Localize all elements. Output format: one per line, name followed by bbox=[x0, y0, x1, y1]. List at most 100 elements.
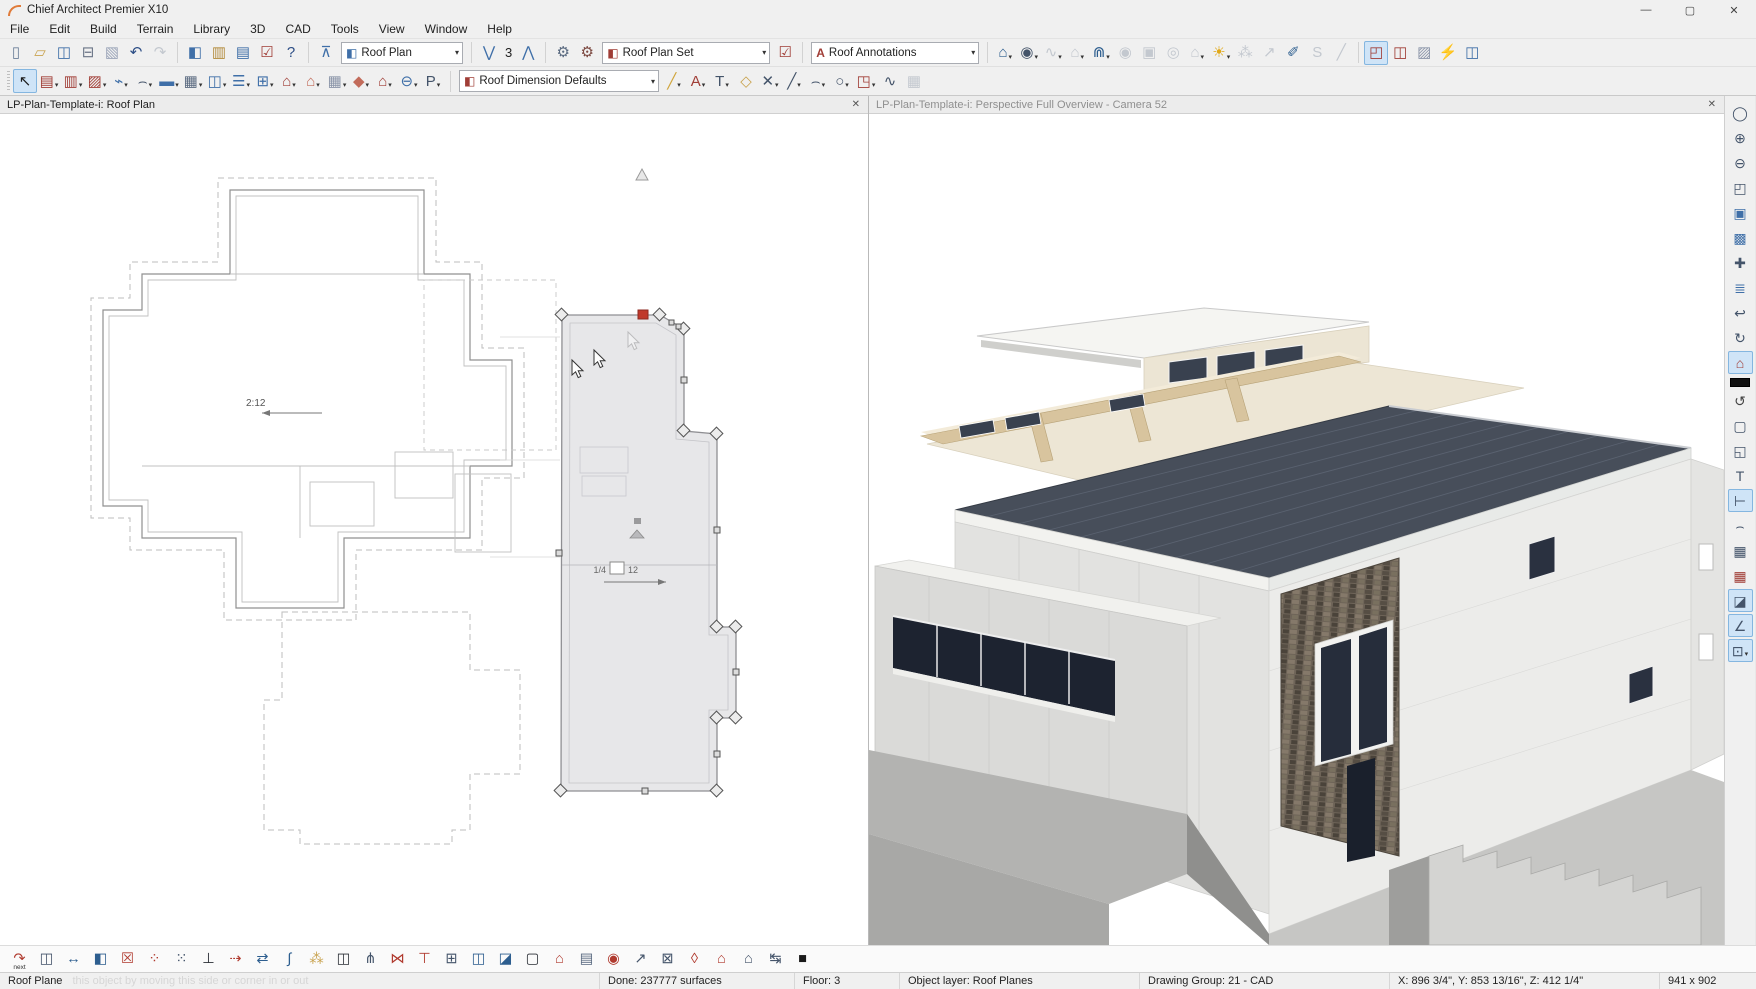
default-sets-icon[interactable]: ☑ bbox=[255, 41, 279, 65]
furniture-icon[interactable]: ▬▾ bbox=[157, 69, 181, 93]
undo-icon[interactable]: ↶ bbox=[124, 41, 148, 65]
draw-arc-icon[interactable]: ⌢▾ bbox=[806, 69, 830, 93]
select-objects-icon[interactable]: ↖ bbox=[13, 69, 37, 93]
transform-replicate-icon[interactable]: ◧ bbox=[89, 947, 113, 971]
zoom-icon[interactable]: ◯ bbox=[1728, 101, 1753, 124]
dimension-icon[interactable]: ╱▾ bbox=[662, 69, 686, 93]
roof-plane-icon[interactable]: ◆▾ bbox=[349, 69, 373, 93]
menu-view[interactable]: View bbox=[369, 21, 415, 37]
full-overview-icon[interactable]: ⌂▾ bbox=[993, 41, 1017, 65]
snap-settings-icon[interactable]: ⊡▾ bbox=[1728, 639, 1753, 662]
annotations-dropdown[interactable]: A Roof Annotations ▾ bbox=[811, 42, 979, 64]
object-snaps-icon[interactable]: ◪ bbox=[1728, 589, 1753, 612]
plan-components-icon[interactable]: ◧ bbox=[183, 41, 207, 65]
floor-down-icon[interactable]: ⋁ bbox=[477, 41, 501, 65]
menu-library[interactable]: Library bbox=[183, 21, 240, 37]
curved-wall-icon[interactable]: ⌢▾ bbox=[133, 69, 157, 93]
reflect-about-icon[interactable]: ⋈ bbox=[386, 947, 410, 971]
save-plan-view-icon[interactable]: ⊼ bbox=[314, 41, 338, 65]
build-framing-icon[interactable]: ▤ bbox=[575, 947, 599, 971]
center-between-icon[interactable]: ↹ bbox=[764, 947, 788, 971]
distribute-objects-icon[interactable]: ⁂ bbox=[305, 947, 329, 971]
polyline-icon[interactable]: ◇ bbox=[734, 69, 758, 93]
wall-break-icon[interactable]: ⌁▾ bbox=[109, 69, 133, 93]
grid-snaps-icon[interactable]: ▦ bbox=[1728, 539, 1753, 562]
color-chooser-icon[interactable]: ✐ bbox=[1281, 41, 1305, 65]
undo-zoom-icon[interactable]: ◰ bbox=[1728, 176, 1753, 199]
roof-hole-icon[interactable]: ⊖▾ bbox=[397, 69, 421, 93]
dormer-icon[interactable]: ⌂▾ bbox=[301, 69, 325, 93]
menu-file[interactable]: File bbox=[0, 21, 39, 37]
copy-in-place-icon[interactable]: ◫ bbox=[467, 947, 491, 971]
zoom-in-icon[interactable]: ⊕ bbox=[1728, 126, 1753, 149]
point-marker-icon[interactable]: ↗ bbox=[629, 947, 653, 971]
roof-icon[interactable]: ⌂▾ bbox=[277, 69, 301, 93]
arc-creation-icon[interactable]: ⌢ bbox=[1728, 514, 1753, 537]
camera-pane-close-icon[interactable]: ✕ bbox=[1704, 99, 1720, 110]
minimize-button[interactable]: — bbox=[1624, 0, 1668, 20]
menu-terrain[interactable]: Terrain bbox=[127, 21, 184, 37]
angle-snaps-icon[interactable]: ∠ bbox=[1728, 614, 1753, 637]
roof-pitch-handle-red[interactable] bbox=[638, 310, 648, 319]
floor-up-icon[interactable]: ⋀ bbox=[516, 41, 540, 65]
print-icon[interactable]: ⊟ bbox=[76, 41, 100, 65]
full-camera-icon[interactable]: ◉▾ bbox=[1017, 41, 1041, 65]
menu-cad[interactable]: CAD bbox=[275, 21, 320, 37]
menu-build[interactable]: Build bbox=[80, 21, 127, 37]
north-pointer-icon[interactable]: ◳▾ bbox=[854, 69, 878, 93]
reference-display-icon[interactable]: ↩ bbox=[1728, 301, 1753, 324]
add-light-icon[interactable]: ☀▾ bbox=[1209, 41, 1233, 65]
draw-line-icon[interactable]: ╱▾ bbox=[782, 69, 806, 93]
dimension-points-icon[interactable]: ⁙ bbox=[170, 947, 194, 971]
save-plan-icon[interactable]: ◫ bbox=[52, 41, 76, 65]
delete-surface-icon[interactable]: ⊠ bbox=[656, 947, 680, 971]
join-roof-planes-icon[interactable]: ◊ bbox=[683, 947, 707, 971]
plan-canvas[interactable]: 2:12 1/4 bbox=[0, 114, 868, 945]
straight-wall-icon[interactable]: ▤▾ bbox=[37, 69, 61, 93]
open-plan-icon[interactable]: ▱ bbox=[28, 41, 52, 65]
menu-edit[interactable]: Edit bbox=[39, 21, 80, 37]
copy-region-icon[interactable]: ↻ bbox=[1728, 326, 1753, 349]
level-roof-icon[interactable]: ⌂ bbox=[737, 947, 761, 971]
camera-canvas[interactable] bbox=[869, 114, 1724, 945]
plan-set-dropdown[interactable]: ◧ Roof Plan Set ▾ bbox=[602, 42, 770, 64]
select-next-icon[interactable]: ↷next bbox=[8, 947, 32, 971]
hatch-wall-icon[interactable]: ▨▾ bbox=[85, 69, 109, 93]
energy-panel-icon[interactable]: ⚡ bbox=[1436, 41, 1460, 65]
help-icon[interactable]: ? bbox=[279, 41, 303, 65]
find-plan-icon[interactable]: ◱ bbox=[1728, 439, 1753, 462]
storefront-panel-icon[interactable]: ◫ bbox=[1388, 41, 1412, 65]
terrain-point-icon[interactable]: P▾ bbox=[421, 69, 445, 93]
raise-object-icon[interactable]: ⌂ bbox=[710, 947, 734, 971]
export-picture-icon[interactable]: ▧ bbox=[100, 41, 124, 65]
walk-people-icon[interactable]: ⋒▾ bbox=[1089, 41, 1113, 65]
center-object-icon[interactable]: ↔ bbox=[62, 947, 86, 971]
fill-window-building-icon[interactable]: ▩ bbox=[1728, 226, 1753, 249]
rectangle-marquee-icon[interactable]: ◉ bbox=[602, 947, 626, 971]
accurate-move-icon[interactable]: ⇢ bbox=[224, 947, 248, 971]
door-icon[interactable]: ◫▾ bbox=[205, 69, 229, 93]
saved-plan-views-dropdown[interactable]: ◧ Roof Plan ▾ bbox=[341, 42, 463, 64]
copy-paste-icon[interactable]: ⊞ bbox=[440, 947, 464, 971]
refresh-view-icon[interactable]: ↺ bbox=[1728, 389, 1753, 412]
pitch-handle-box[interactable] bbox=[610, 562, 624, 574]
point-to-point-move-icon[interactable]: ⁘ bbox=[143, 947, 167, 971]
library-browser-icon[interactable]: ▥ bbox=[207, 41, 231, 65]
dimension-defaults-dropdown[interactable]: ◧ Roof Dimension Defaults ▾ bbox=[459, 70, 659, 92]
reference-grid-icon[interactable]: ▦ bbox=[1728, 564, 1753, 587]
cross-box-icon[interactable]: ✕▾ bbox=[758, 69, 782, 93]
leader-line-icon[interactable]: T▾ bbox=[710, 69, 734, 93]
window-icon[interactable]: ⊞▾ bbox=[253, 69, 277, 93]
menu-help[interactable]: Help bbox=[477, 21, 522, 37]
spline-icon[interactable]: ∿ bbox=[878, 69, 902, 93]
menu-3d[interactable]: 3D bbox=[240, 21, 275, 37]
auto-rebuild-roof-icon[interactable]: ⌂ bbox=[548, 947, 572, 971]
selected-roof-plane[interactable]: 1/4 12 bbox=[554, 308, 742, 797]
column-icon[interactable]: ⊥ bbox=[197, 947, 221, 971]
sticky-mode-icon[interactable]: ◪ bbox=[494, 947, 518, 971]
curve-hook-icon[interactable]: ∫ bbox=[278, 947, 302, 971]
temporary-dimensions-icon[interactable]: ⊢ bbox=[1728, 489, 1753, 512]
draw-circle-icon[interactable]: ○▾ bbox=[830, 69, 854, 93]
rectangular-selection-icon[interactable]: ▢ bbox=[1728, 414, 1753, 437]
plan-pane-close-icon[interactable]: ✕ bbox=[848, 99, 864, 110]
